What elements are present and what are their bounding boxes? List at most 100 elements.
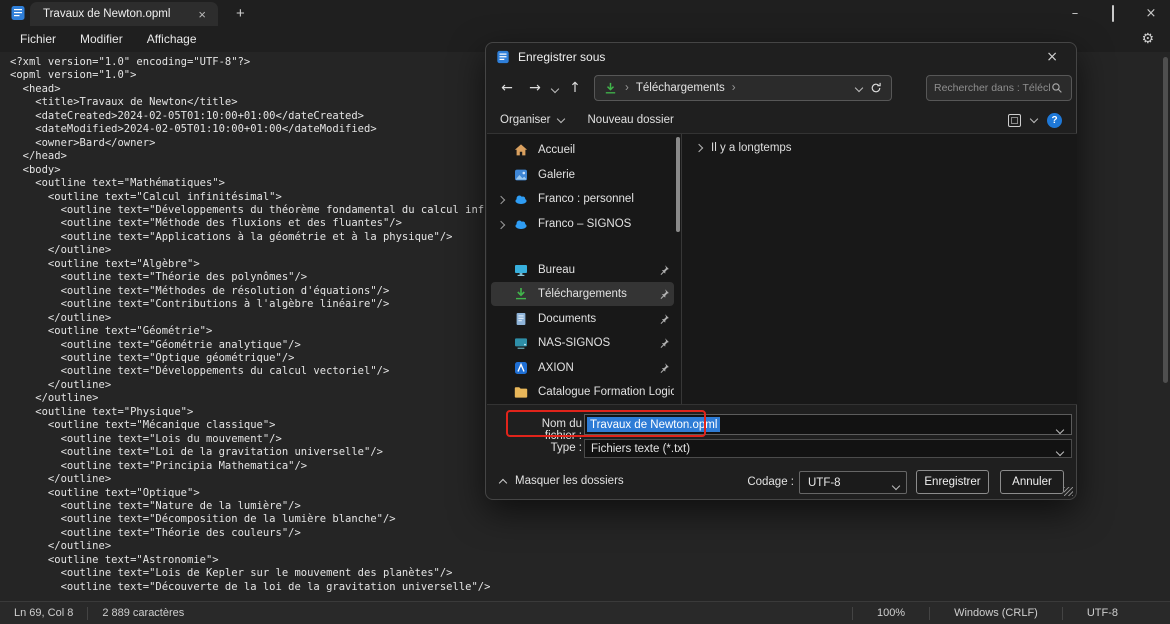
- axion-icon: [513, 360, 529, 376]
- sidebar-item-label: Franco : personnel: [538, 193, 634, 205]
- cursor-position: Ln 69, Col 8: [14, 607, 74, 619]
- hide-folders-button[interactable]: Masquer les dossiers: [498, 475, 624, 487]
- notepad-app-icon: [10, 5, 26, 21]
- maximize-button[interactable]: [1094, 4, 1132, 22]
- file-list-pane[interactable]: Il y a longtemps: [681, 134, 1077, 404]
- new-tab-button[interactable]: +: [230, 3, 251, 24]
- tab-title: Travaux de Newton.opml: [43, 8, 171, 20]
- file-group-header[interactable]: Il y a longtemps: [694, 142, 792, 154]
- encoding-indicator[interactable]: UTF-8: [1063, 607, 1142, 619]
- address-bar[interactable]: › Téléchargements ›: [594, 75, 892, 101]
- folder-icon: [513, 384, 529, 400]
- character-count: 2 889 caractères: [102, 607, 185, 619]
- filename-selected-text: Travaux de Newton.opml: [587, 417, 721, 432]
- menu-edit[interactable]: Modifier: [70, 29, 133, 49]
- hide-folders-chevron-icon: [498, 478, 508, 487]
- menu-view[interactable]: Affichage: [137, 29, 207, 49]
- pin-icon: [658, 337, 670, 349]
- breadcrumb-downloads[interactable]: Téléchargements: [636, 82, 725, 94]
- filetype-chevron-icon: [1055, 446, 1065, 458]
- zoom-level[interactable]: 100%: [853, 607, 929, 619]
- search-input[interactable]: [934, 82, 1050, 94]
- organize-button[interactable]: Organiser: [500, 114, 565, 126]
- filename-input[interactable]: Travaux de Newton.opml: [584, 414, 1072, 435]
- sidebar-item-telechargements[interactable]: Téléchargements: [491, 282, 674, 306]
- cloud-icon: [513, 216, 529, 232]
- view-mode-icon[interactable]: [1008, 113, 1021, 127]
- sidebar-item-franco-personnel[interactable]: Franco : personnel: [491, 187, 674, 211]
- organize-label: Organiser: [500, 114, 551, 126]
- sidebar-item-axion[interactable]: AXION: [491, 356, 674, 380]
- status-bar: Ln 69, Col 8 2 889 caractères 100% Windo…: [0, 601, 1170, 624]
- save-button[interactable]: Enregistrer: [916, 470, 989, 494]
- gallery-icon: [513, 167, 529, 183]
- sidebar-item-label: Catalogue Formation Logiciels: [538, 386, 674, 398]
- sidebar-item-galerie[interactable]: Galerie: [491, 163, 674, 187]
- group-expand-chevron-icon: [694, 143, 704, 153]
- title-bar: Travaux de Newton.opml × + – ×: [0, 0, 1170, 26]
- sidebar-item-label: Franco – SIGNOS: [538, 217, 632, 230]
- cancel-button[interactable]: Annuler: [1000, 470, 1064, 494]
- status-right-group: 100% Windows (CRLF) UTF-8: [851, 606, 1142, 620]
- dialog-footer: Masquer les dossiers Codage : UTF-8 Enre…: [486, 469, 1076, 497]
- settings-gear-icon[interactable]: ⚙: [1135, 29, 1160, 49]
- editor-scrollbar[interactable]: [1163, 57, 1168, 383]
- eol-format[interactable]: Windows (CRLF): [930, 607, 1062, 619]
- sidebar-item-label: Bureau: [538, 263, 576, 276]
- address-dropdown-chevron-icon[interactable]: [854, 82, 864, 94]
- pin-icon: [658, 313, 670, 325]
- minimize-button[interactable]: –: [1056, 6, 1094, 21]
- sidebar-item-accueil[interactable]: Accueil: [491, 138, 674, 162]
- downloads-icon: [603, 81, 618, 96]
- dialog-title: Enregistrer sous: [518, 50, 606, 64]
- cloud-icon: [513, 191, 529, 207]
- dialog-notepad-icon: [496, 50, 510, 64]
- dialog-body: Accueil Galerie Franco : personnel Franco –…: [487, 133, 1077, 405]
- expand-chevron-icon[interactable]: [496, 217, 506, 231]
- group-label: Il y a longtemps: [711, 142, 792, 154]
- places-sidebar: Accueil Galerie Franco : personnel Franco –…: [487, 134, 680, 404]
- expand-chevron-icon[interactable]: [496, 192, 506, 206]
- sidebar-item-label: Accueil: [538, 144, 576, 156]
- filetype-select[interactable]: Fichiers texte (*.txt): [584, 439, 1072, 458]
- sidebar-item-nas-signos[interactable]: NAS-SIGNOS: [491, 331, 674, 355]
- dialog-toolbar: Organiser Nouveau dossier ?: [486, 107, 1076, 133]
- close-button[interactable]: ×: [1132, 6, 1170, 21]
- sidebar-item-label: Galerie: [538, 168, 576, 181]
- up-icon[interactable]: ↑: [564, 80, 586, 96]
- editor-text[interactable]: <?xml version="1.0" encoding="UTF-8"?> <…: [10, 56, 566, 594]
- tab-close-icon[interactable]: ×: [194, 7, 210, 22]
- sidebar-scrollbar[interactable]: [676, 137, 680, 232]
- pin-icon: [658, 362, 670, 374]
- dialog-nav-bar: ← → ↑ › Téléchargements ›: [486, 71, 1076, 105]
- desktop-icon: [513, 262, 529, 278]
- forward-icon[interactable]: →: [524, 80, 546, 96]
- download-icon: [513, 286, 529, 302]
- organize-chevron-icon: [556, 114, 565, 123]
- search-icon: [1050, 81, 1064, 95]
- view-mode-chevron-icon[interactable]: [1029, 114, 1039, 123]
- menu-file[interactable]: Fichier: [10, 29, 66, 49]
- sidebar-item-documents[interactable]: Documents: [491, 307, 674, 331]
- sidebar-item-franco-signos[interactable]: Franco – SIGNOS: [491, 212, 674, 236]
- back-icon[interactable]: ←: [496, 80, 518, 96]
- resize-grip[interactable]: [1064, 487, 1073, 496]
- nas-icon: [513, 335, 529, 351]
- recent-locations-chevron-icon[interactable]: [550, 81, 560, 95]
- dialog-title-bar: Enregistrer sous ×: [486, 43, 1076, 71]
- filename-label: Nom du fichier :: [541, 418, 582, 442]
- help-icon[interactable]: ?: [1047, 112, 1062, 128]
- document-tab[interactable]: Travaux de Newton.opml ×: [30, 2, 218, 26]
- new-folder-button[interactable]: Nouveau dossier: [588, 114, 674, 126]
- encoding-select[interactable]: UTF-8: [799, 471, 907, 494]
- filename-dropdown-chevron-icon[interactable]: [1055, 422, 1065, 436]
- refresh-icon[interactable]: [869, 81, 883, 95]
- sidebar-item-catalogue-formation-logiciels[interactable]: Catalogue Formation Logiciels: [491, 380, 674, 404]
- search-box[interactable]: [926, 75, 1072, 101]
- filetype-label: Type :: [550, 442, 582, 454]
- sidebar-item-bureau[interactable]: Bureau: [491, 258, 674, 282]
- breadcrumb-separator[interactable]: ›: [732, 82, 736, 94]
- notepad-window: Travaux de Newton.opml × + – × Fichier M…: [0, 0, 1170, 624]
- breadcrumb-separator: ›: [625, 82, 629, 94]
- dialog-close-button[interactable]: ×: [1040, 48, 1064, 66]
